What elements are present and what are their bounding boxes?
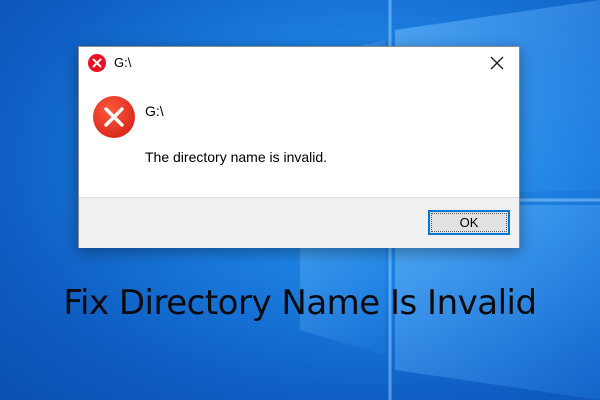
error-icon: [93, 96, 135, 138]
error-icon: [88, 54, 106, 72]
dialog-content: G:\ The directory name is invalid.: [79, 79, 519, 197]
error-dialog: G:\ G:\ The directory name is invalid. O…: [78, 46, 520, 248]
dialog-titlebar: G:\: [79, 47, 519, 79]
ok-button-label: OK: [459, 215, 479, 230]
headline: Fix Directory Name Is Invalid: [63, 283, 537, 323]
dialog-title: G:\: [114, 55, 132, 70]
dialog-button-bar: OK: [79, 197, 519, 248]
drive-label: G:\: [145, 103, 164, 119]
error-message: The directory name is invalid.: [145, 149, 328, 165]
close-icon: [490, 56, 504, 70]
close-button[interactable]: [475, 47, 519, 79]
ok-button[interactable]: OK: [428, 210, 510, 235]
